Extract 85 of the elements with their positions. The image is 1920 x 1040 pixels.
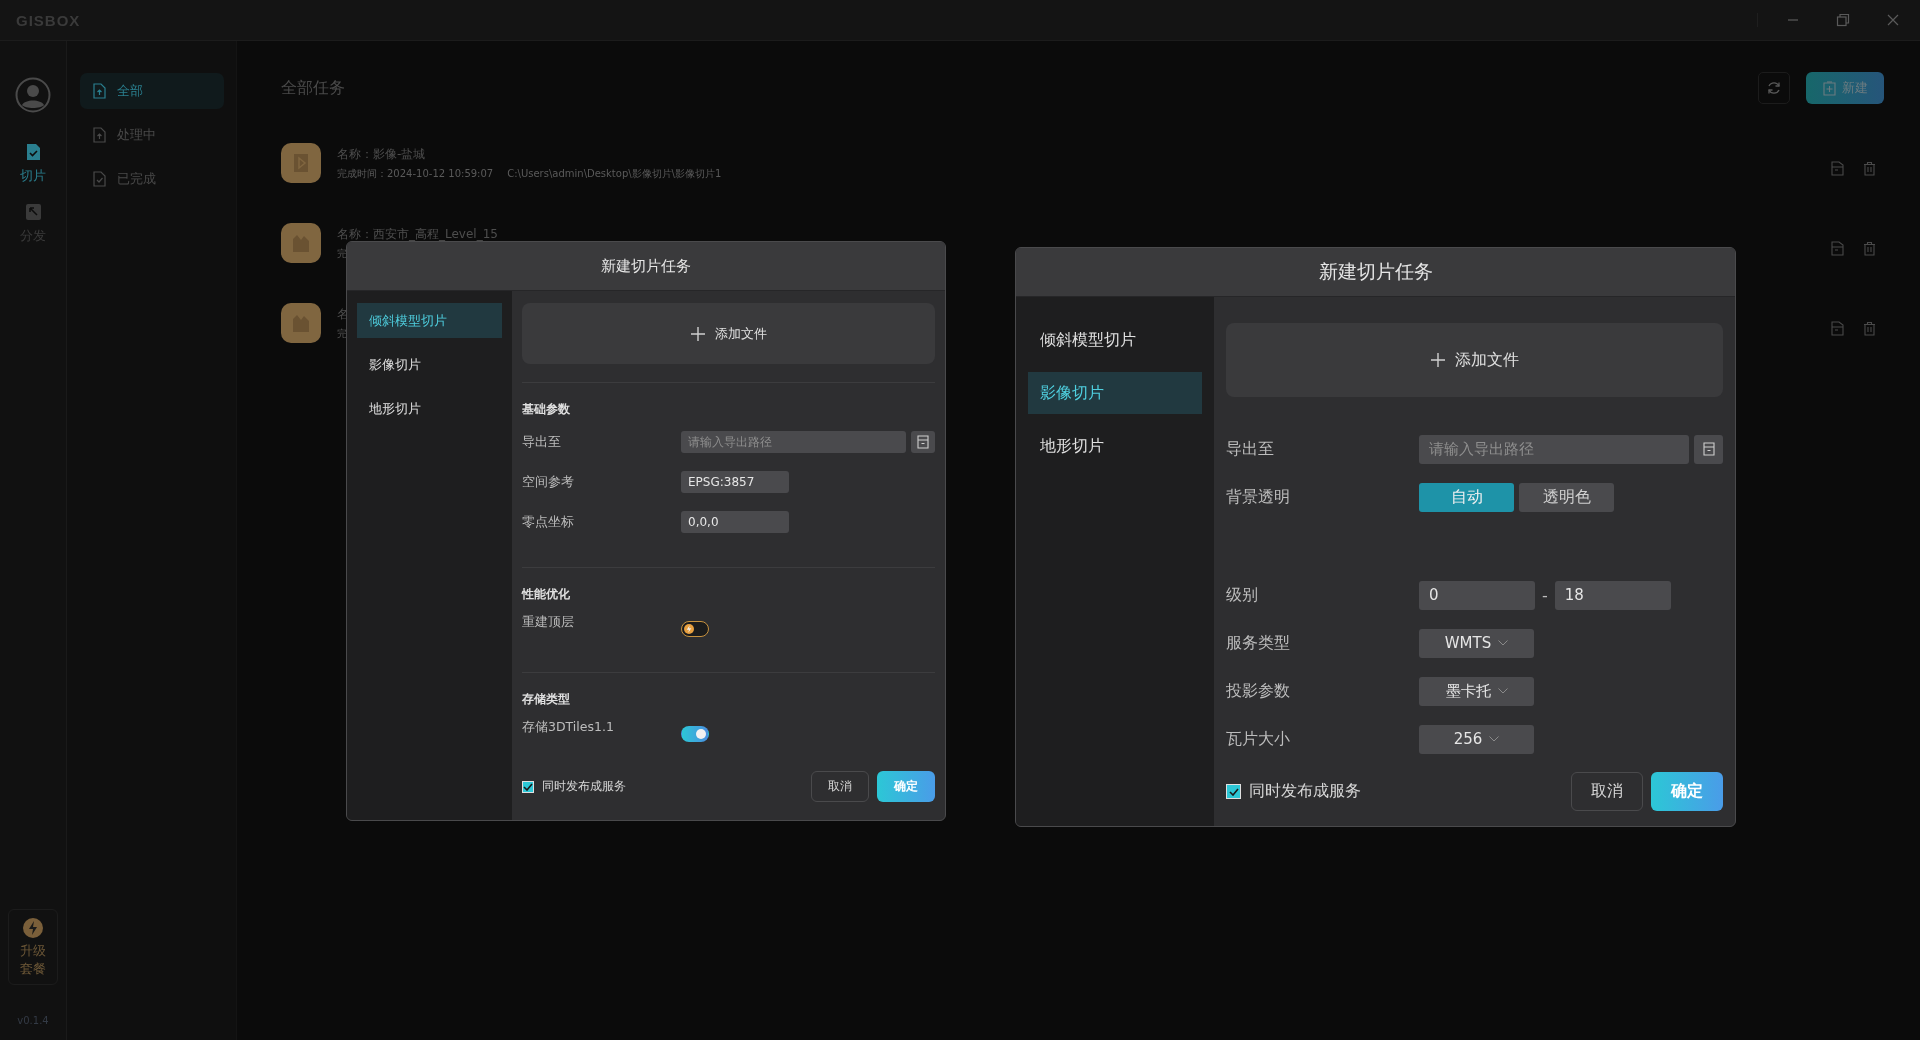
browse-button[interactable] xyxy=(1694,434,1723,464)
plus-icon xyxy=(690,326,705,341)
sidebar-item[interactable]: 全部 xyxy=(80,73,224,109)
file-check-icon xyxy=(92,171,107,187)
file-check-icon xyxy=(24,143,42,161)
nav-item[interactable]: 倾斜模型切片 xyxy=(357,303,502,338)
field-label: 导出至 xyxy=(522,433,562,451)
checkbox-label: 同时发布成服务 xyxy=(542,778,626,795)
section-title: 基础参数 xyxy=(522,401,571,418)
terrain-icon xyxy=(281,303,321,343)
field-label: 导出至 xyxy=(1226,438,1275,460)
avatar-icon[interactable] xyxy=(15,77,51,113)
dropdown[interactable]: 256 xyxy=(1419,724,1534,754)
field-label: 瓦片大小 xyxy=(1226,728,1291,750)
cancel-button[interactable]: 取消 xyxy=(1571,772,1643,811)
check-icon xyxy=(1228,787,1239,796)
section-title: 性能优化 xyxy=(522,586,571,603)
dropdown-value: WMTS xyxy=(1444,634,1492,652)
dropdown[interactable]: 墨卡托 xyxy=(1419,676,1534,706)
text-field[interactable]: 0,0,0 xyxy=(681,511,789,533)
restore-icon[interactable] xyxy=(1836,13,1850,27)
toggle-switch[interactable] xyxy=(681,726,709,742)
nav-item[interactable]: 地形切片 xyxy=(1028,425,1202,467)
level-field[interactable]: 0 xyxy=(1419,580,1535,610)
refresh-icon xyxy=(1766,80,1782,96)
file-icon[interactable] xyxy=(1831,320,1844,336)
path-field[interactable]: 请输入导出路径 xyxy=(681,431,906,453)
checkbox[interactable] xyxy=(522,780,534,793)
close-icon[interactable] xyxy=(1886,13,1900,27)
terrain-icon xyxy=(281,223,321,263)
task-name: 名称：西安市_高程_Level_15 xyxy=(337,225,499,243)
file-upload-icon xyxy=(92,83,107,99)
checkbox[interactable] xyxy=(1226,784,1241,799)
page-title: 全部任务 xyxy=(281,77,345,99)
nav-item[interactable]: 倾斜模型切片 xyxy=(1028,319,1202,361)
add-file-icon xyxy=(1822,80,1836,96)
file-icon[interactable] xyxy=(1831,240,1844,256)
chevron-down-icon xyxy=(1489,736,1500,742)
chevron-down-icon xyxy=(1498,640,1509,646)
trash-icon[interactable] xyxy=(1863,320,1876,336)
rail-label: 切片 xyxy=(20,167,46,185)
level-field[interactable]: 18 xyxy=(1554,580,1671,610)
task-path: C:\Users\admin\Desktop\影像切片\影像切片1 xyxy=(507,166,722,181)
task-time: 完成时间：2024-10-12 10:59:07 xyxy=(337,166,494,181)
dialog-title: 新建切片任务 xyxy=(347,242,945,291)
check-icon xyxy=(523,782,533,791)
rail-tab[interactable]: 切片 xyxy=(20,143,46,185)
file-icon[interactable] xyxy=(1831,160,1844,176)
nav-item[interactable]: 影像切片 xyxy=(1028,372,1202,414)
nav-item[interactable]: 影像切片 xyxy=(357,347,502,382)
task-name: 名称：影像-盐城 xyxy=(337,145,427,163)
dropdown-value: 256 xyxy=(1453,730,1483,748)
add-file-button[interactable]: 添加文件 xyxy=(1226,323,1723,397)
browse-button[interactable] xyxy=(911,431,935,453)
field-label: 空间参考 xyxy=(522,473,575,491)
field-label: 级别 xyxy=(1226,584,1259,606)
field-label: 背景透明 xyxy=(1226,486,1291,508)
cancel-button[interactable]: 取消 xyxy=(811,771,869,802)
dialog-title: 新建切片任务 xyxy=(1016,248,1735,297)
option-button[interactable]: 透明色 xyxy=(1519,482,1614,512)
range-separator: - xyxy=(1541,585,1549,605)
text-field[interactable]: EPSG:3857 xyxy=(681,471,789,493)
dropdown[interactable]: WMTS xyxy=(1419,628,1534,658)
checkbox-label: 同时发布成服务 xyxy=(1249,781,1361,802)
dropdown-value: 墨卡托 xyxy=(1445,681,1491,701)
section-title: 存储类型 xyxy=(522,691,571,708)
field-label: 存储3DTiles1.1 xyxy=(522,719,615,736)
field-label: 零点坐标 xyxy=(522,513,575,531)
trash-icon[interactable] xyxy=(1863,240,1876,256)
file-upload-icon xyxy=(92,127,107,143)
path-field[interactable]: 请输入导出路径 xyxy=(1419,434,1689,464)
nav-item[interactable]: 地形切片 xyxy=(357,391,502,426)
refresh-button[interactable] xyxy=(1758,72,1790,104)
upgrade-label: 升级套餐 xyxy=(19,942,47,978)
video-file-icon xyxy=(281,143,321,183)
trash-icon[interactable] xyxy=(1863,160,1876,176)
lightning-icon xyxy=(686,625,692,633)
add-file-button[interactable]: 添加文件 xyxy=(522,303,935,364)
lightning-icon xyxy=(23,918,43,938)
toggle-switch[interactable] xyxy=(681,621,709,637)
plus-icon xyxy=(1430,353,1445,367)
chevron-down-icon xyxy=(1497,688,1508,694)
field-label: 服务类型 xyxy=(1226,632,1291,654)
field-label: 投影参数 xyxy=(1226,680,1291,702)
field-label: 重建顶层 xyxy=(522,614,575,631)
